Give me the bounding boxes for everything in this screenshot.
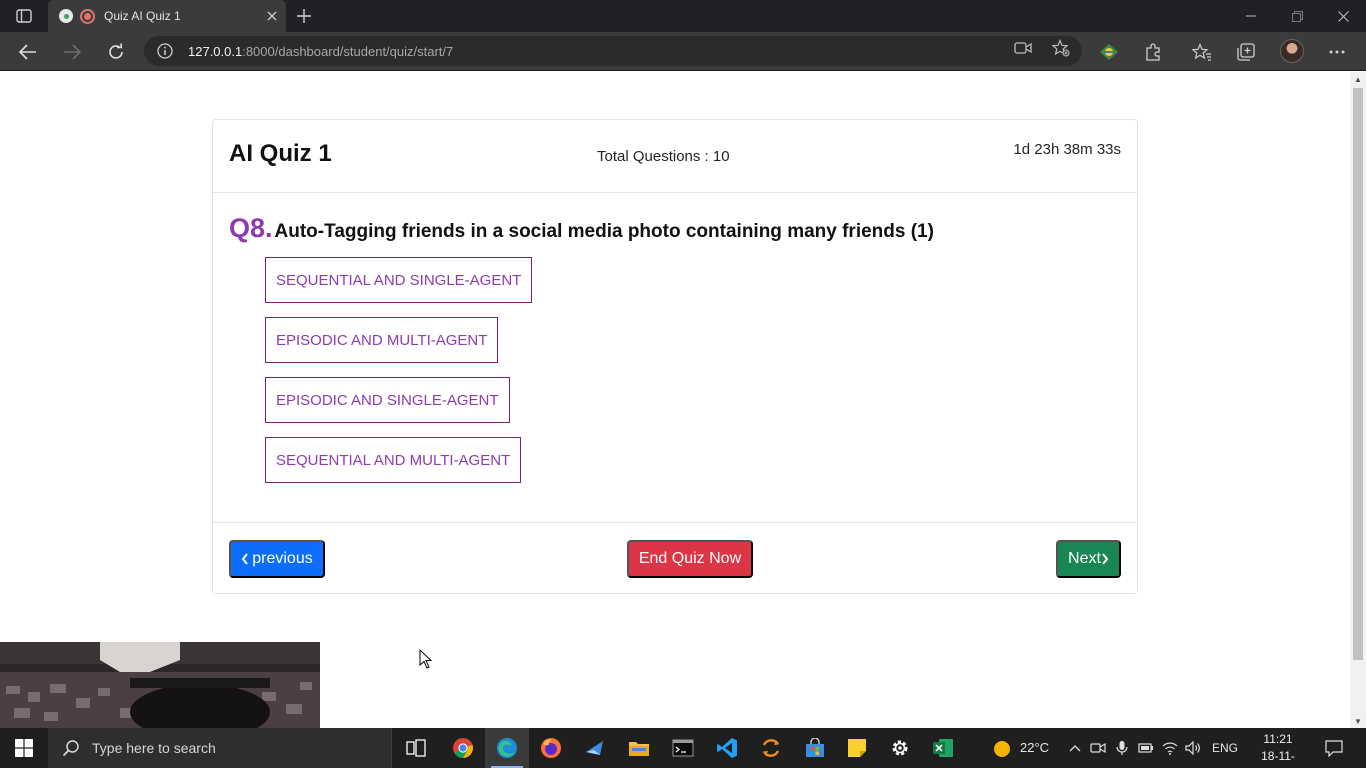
language-indicator[interactable]: ENG [1212,741,1238,755]
wifi-icon[interactable] [1162,740,1178,756]
site-favicon-icon [59,9,73,23]
chevron-left-icon [241,553,249,565]
question-number: Q8. [229,213,273,243]
restore-icon[interactable] [1274,0,1320,32]
quiz-card: AI Quiz 1 Total Questions : 10 1d 23h 38… [212,119,1138,594]
page-content: AI Quiz 1 Total Questions : 10 1d 23h 38… [0,72,1350,728]
previous-button[interactable]: previous [229,540,325,578]
answer-option[interactable]: SEQUENTIAL AND MULTI-AGENT [265,437,522,483]
more-options-icon[interactable] [1324,39,1350,65]
back-icon[interactable] [12,36,44,68]
store-icon[interactable] [793,728,837,768]
collections-icon[interactable] [1233,39,1259,65]
quiz-card-header: AI Quiz 1 Total Questions : 10 1d 23h 38… [213,120,1137,193]
question-text: Auto-Tagging friends in a social media p… [274,221,934,242]
quiz-card-footer: previous End Quiz Now Next [213,522,1137,593]
end-quiz-label: End Quiz Now [638,550,742,567]
total-questions: Total Questions : 10 [597,148,730,165]
webcam-preview [0,642,320,728]
taskbar-search[interactable]: Type here to search [48,728,392,768]
answer-option[interactable]: EPISODIC AND SINGLE-AGENT [265,377,510,423]
tab-actions-icon[interactable] [10,6,38,26]
next-label: Next [1068,550,1101,567]
profile-avatar[interactable] [1280,39,1304,63]
meet-now-icon[interactable] [1090,740,1106,756]
weather-sun-icon[interactable] [993,740,1011,758]
excel-icon[interactable] [921,728,965,768]
tab-title: Quiz AI Quiz 1 [104,9,181,23]
search-placeholder: Type here to search [92,740,216,756]
clock-time: 11:21 [1263,732,1293,746]
microphone-icon[interactable] [1114,740,1130,756]
chevron-up-icon[interactable] [1067,740,1083,756]
task-view-icon[interactable] [394,728,438,768]
new-tab-icon[interactable] [292,4,316,28]
search-icon [62,740,79,757]
file-explorer-icon[interactable] [617,728,661,768]
terminal-icon[interactable] [661,728,705,768]
vscode-icon[interactable] [705,728,749,768]
edge-icon[interactable] [485,728,529,768]
volume-icon[interactable] [1185,740,1201,756]
browser-toolbar: 127.0.0.1:8000/dashboard/student/quiz/st… [0,32,1366,71]
next-button[interactable]: Next [1056,540,1121,578]
windows-start-icon[interactable] [0,728,48,768]
close-window-icon[interactable] [1320,0,1366,32]
firefox-icon[interactable] [529,728,573,768]
minimize-icon[interactable] [1228,0,1274,32]
answer-option[interactable]: SEQUENTIAL AND SINGLE-AGENT [265,257,533,303]
extensions-icon[interactable] [1140,39,1166,65]
remote-desktop-icon[interactable] [573,728,617,768]
end-quiz-button[interactable]: End Quiz Now [627,540,753,578]
settings-gear-icon[interactable] [878,728,922,768]
notifications-icon[interactable] [1325,739,1343,757]
address-bar[interactable]: 127.0.0.1:8000/dashboard/student/quiz/st… [144,36,1082,66]
camera-icon[interactable] [1014,39,1032,57]
url-text[interactable]: 127.0.0.1:8000/dashboard/student/quiz/st… [188,44,453,59]
forward-icon[interactable] [56,36,88,68]
question-heading: Q8. Auto-Tagging friends in a social medi… [229,213,934,244]
countdown-timer: 1d 23h 38m 33s [1013,141,1121,158]
chrome-icon[interactable] [441,728,485,768]
recording-icon [80,8,95,24]
battery-icon[interactable] [1138,740,1154,756]
favorites-icon[interactable] [1189,39,1215,65]
browser-tab-bar: Quiz AI Quiz 1 [0,0,1366,32]
extension-globe-icon[interactable] [1096,39,1122,65]
scrollbar-thumb[interactable] [1353,88,1363,660]
url-host: 127.0.0.1 [188,43,243,59]
reload-icon[interactable] [100,36,132,68]
close-tab-icon[interactable] [258,2,286,30]
url-path: :8000/dashboard/student/quiz/start/7 [242,43,454,59]
sticky-notes-icon[interactable] [835,728,879,768]
clock-date: 18-11-2021 [1261,749,1295,768]
site-info-icon[interactable] [157,43,173,59]
browser-tab[interactable]: Quiz AI Quiz 1 [48,0,286,32]
windows-taskbar: Type here to search 22°C ENG 11:21 18-11… [0,728,1366,768]
quiz-title: AI Quiz 1 [229,140,332,167]
answer-option[interactable]: EPISODIC AND MULTI-AGENT [265,317,499,363]
mouse-pointer-icon [419,648,433,674]
chevron-right-icon [1102,553,1109,565]
add-favorite-icon[interactable] [1052,39,1070,57]
taskbar-clock[interactable]: 11:21 18-11-2021 [1250,731,1306,768]
scroll-up-icon[interactable]: ▲ [1350,72,1366,86]
weather-temperature[interactable]: 22°C [1020,740,1049,755]
previous-label: previous [252,550,313,567]
page-scrollbar[interactable]: ▲ ▼ [1350,72,1366,728]
sync-app-icon[interactable] [749,728,793,768]
scroll-down-icon[interactable]: ▼ [1350,714,1366,728]
